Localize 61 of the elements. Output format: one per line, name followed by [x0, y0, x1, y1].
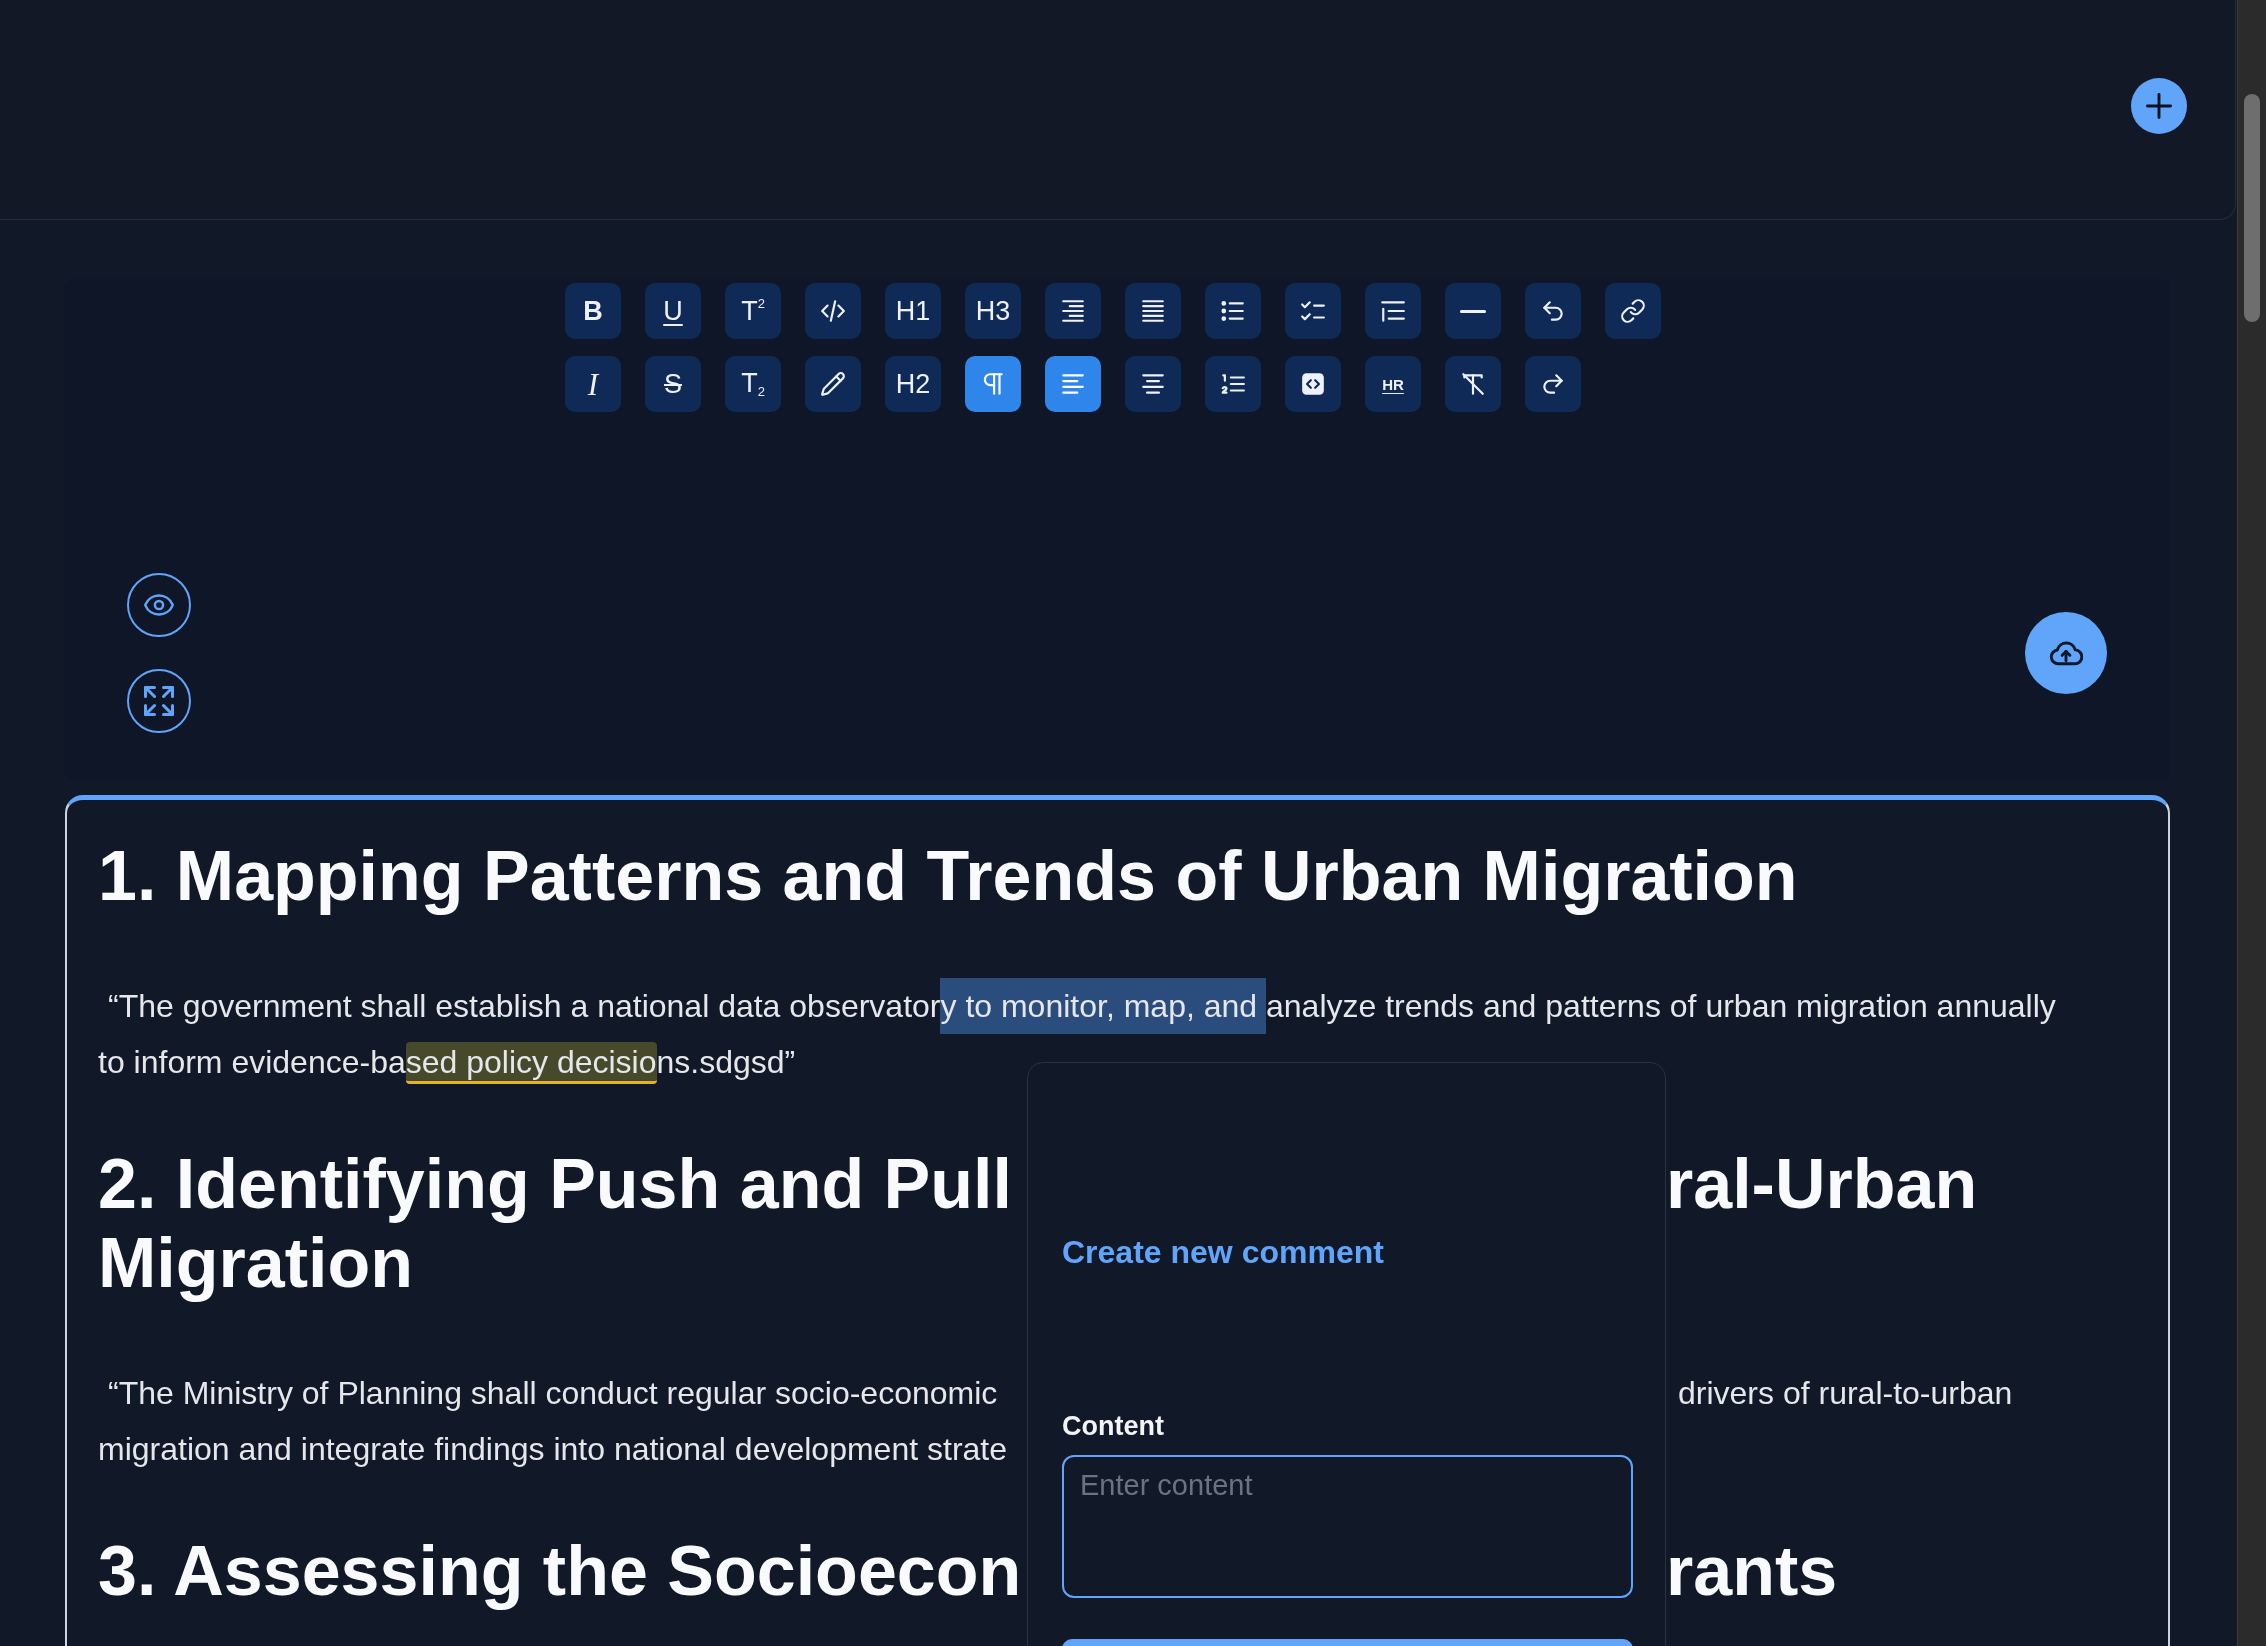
align-justify-button[interactable]: [1125, 283, 1181, 339]
heading-text: Migration: [98, 1224, 413, 1303]
add-button[interactable]: [2131, 78, 2187, 134]
heading-text: 3. Assessing the Socioecon: [98, 1532, 1022, 1611]
fullscreen-button[interactable]: [127, 669, 191, 733]
paragraph-text: “The Ministry of Planning shall conduct regular socio-economic: [107, 1374, 998, 1413]
pencil-icon: [820, 371, 846, 397]
plus-icon: [2146, 93, 2172, 119]
heading-button[interactable]: H2: [885, 356, 941, 412]
bullet-list-icon: [1220, 298, 1246, 324]
link-button[interactable]: [1605, 283, 1661, 339]
align-right-button[interactable]: [1045, 283, 1101, 339]
popup-title: Create new comment: [1062, 1234, 1384, 1270]
code-icon: [820, 298, 846, 324]
code-button[interactable]: [805, 283, 861, 339]
redo-button[interactable]: [1525, 356, 1581, 412]
task-list-button[interactable]: [1285, 283, 1341, 339]
paragraph-text: drivers of rural-to-urban: [1677, 1374, 2013, 1413]
highlight-button[interactable]: [805, 356, 861, 412]
link-icon: [1620, 298, 1646, 324]
undo-button[interactable]: [1525, 283, 1581, 339]
italic-button[interactable]: I: [565, 356, 621, 412]
ordered-list-button[interactable]: [1205, 356, 1261, 412]
align-right-icon: [1060, 298, 1086, 324]
heading-text: ral-Urban: [1666, 1145, 1978, 1224]
scrollbar[interactable]: [2237, 0, 2266, 1646]
code-block-button[interactable]: [1285, 356, 1341, 412]
scrollbar-thumb[interactable]: [2244, 94, 2260, 322]
underline-button[interactable]: U: [645, 283, 701, 339]
paragraph-button[interactable]: [965, 356, 1021, 412]
align-justify-icon: [1140, 298, 1166, 324]
strikethrough-button[interactable]: S: [645, 356, 701, 412]
heading-text: rants: [1666, 1532, 1838, 1611]
align-center-icon: [1140, 371, 1166, 397]
preview-button[interactable]: [127, 573, 191, 637]
horizontal-rule-button[interactable]: [1445, 283, 1501, 339]
undo-icon: [1540, 298, 1566, 324]
redo-icon: [1540, 371, 1566, 397]
align-left-icon: [1060, 371, 1086, 397]
clear-format-button[interactable]: [1445, 356, 1501, 412]
code-block-icon: [1300, 371, 1326, 397]
bold-button[interactable]: B: [565, 283, 621, 339]
align-center-button[interactable]: [1125, 356, 1181, 412]
clear-format-icon: [1460, 371, 1486, 397]
content-label: Content: [1062, 1410, 1164, 1442]
heading-button[interactable]: H1: [885, 283, 941, 339]
paragraph-text: migration and integrate findings into national development strate: [98, 1430, 1007, 1469]
blockquote-button[interactable]: [1365, 283, 1421, 339]
horizontal-line-icon: [1460, 309, 1486, 313]
align-left-button[interactable]: [1045, 356, 1101, 412]
heading-text: 1. Mapping Patterns and Trends of Urban Migration: [98, 837, 1798, 916]
subscript-button[interactable]: T$_{2}$: [725, 356, 781, 412]
heading-text: 2. Identifying Push and Pull: [98, 1145, 1012, 1224]
hr-button[interactable]: HR: [1365, 356, 1421, 412]
bullet-list-button[interactable]: [1205, 283, 1261, 339]
numbered-list-icon: [1220, 371, 1246, 397]
blockquote-icon: [1380, 298, 1406, 324]
content-field[interactable]: Enter content: [1062, 1455, 1633, 1598]
heading-button[interactable]: H3: [965, 283, 1021, 339]
superscript-button[interactable]: T$^{2}$: [725, 283, 781, 339]
expand-arrows-icon: [144, 686, 174, 716]
